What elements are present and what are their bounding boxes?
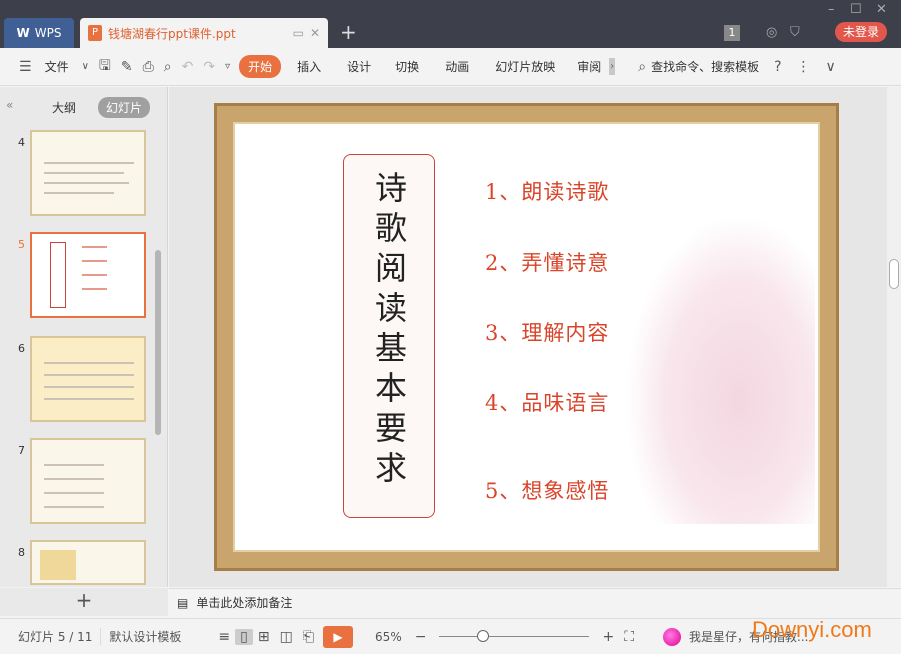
slide-thumbnail[interactable] — [30, 130, 146, 216]
zoom-in-icon[interactable]: + — [597, 629, 619, 645]
slide-thumbnail[interactable] — [30, 336, 146, 422]
zoom-out-icon[interactable]: − — [410, 629, 432, 645]
tab-home[interactable]: 开始 — [239, 55, 282, 78]
zoom-slider[interactable] — [439, 630, 590, 642]
slide-thumbnail[interactable] — [30, 540, 146, 585]
canvas-scrollbar[interactable] — [887, 87, 901, 587]
assistant-avatar-icon[interactable] — [663, 627, 681, 646]
notes-icon: ▤ — [177, 595, 189, 610]
file-menu[interactable]: 文件 — [37, 58, 77, 75]
more-icon[interactable]: ⋮ — [787, 59, 821, 75]
slide-thumbnail-selected[interactable] — [30, 232, 146, 318]
fit-window-icon[interactable]: ⛶ — [619, 629, 639, 645]
list-item: 1、朗读诗歌 — [485, 180, 610, 204]
print-preview-icon[interactable]: ⌕ — [159, 59, 177, 75]
ppt-file-icon: P — [88, 25, 102, 41]
new-tab-button[interactable]: + — [340, 20, 357, 44]
close-tab-icon[interactable]: ✕ — [310, 26, 320, 40]
add-slide-button[interactable]: + — [0, 588, 168, 616]
maximize-icon[interactable]: ☐ — [850, 2, 862, 17]
panel-tabs: 大纲 幻灯片 — [0, 95, 168, 119]
tab-animation[interactable]: 动画 — [433, 58, 481, 75]
more-dropdown-icon[interactable]: ▿ — [220, 61, 235, 72]
zoom-slider-handle[interactable] — [477, 630, 490, 642]
collapse-ribbon-icon[interactable]: ∨ — [821, 59, 841, 75]
template-name[interactable]: 默认设计模板 — [100, 628, 189, 645]
print-icon[interactable]: ⎙ — [138, 59, 159, 75]
menu-icon[interactable]: ☰ — [14, 59, 37, 75]
login-button[interactable]: 未登录 — [835, 22, 887, 42]
notes-toggle-icon[interactable]: ≡ — [213, 629, 235, 645]
format-painter-icon[interactable]: ✎ — [116, 59, 138, 75]
list-item: 4、品味语言 — [485, 391, 610, 415]
tab-design[interactable]: 设计 — [337, 58, 381, 75]
presenter-icon[interactable]: ⎗ — [298, 629, 319, 645]
wps-logo-icon: W — [16, 26, 30, 40]
save-icon[interactable]: 🖫 — [94, 55, 116, 79]
illustration-lady-image — [625, 214, 815, 524]
tab-review[interactable]: 审阅 — [569, 58, 609, 75]
tab-slideshow[interactable]: 幻灯片放映 — [481, 58, 569, 75]
tab-outline[interactable]: 大纲 — [44, 97, 84, 118]
monitor-icon[interactable]: ▭ — [293, 26, 304, 40]
minimize-icon[interactable]: – — [828, 2, 835, 17]
zoom-level[interactable]: 65% — [367, 630, 410, 644]
list-item: 5、想象感悟 — [485, 479, 610, 503]
panel-scrollbar[interactable] — [155, 250, 161, 435]
document-tab[interactable]: P 钱塘湖春行ppt课件.ppt ▭ ✕ — [80, 18, 328, 48]
list-item: 3、理解内容 — [485, 321, 610, 345]
wps-home-tab[interactable]: W WPS — [4, 18, 74, 48]
watermark-logo: Downyi.com — [752, 617, 872, 642]
redo-icon[interactable]: ↷ — [198, 59, 220, 75]
ribbon-toolbar: ☰ 文件 ∨ 🖫 ✎ ⎙ ⌕ ↶ ↷ ▿ 开始 插入 设计 切换 动画 幻灯片放… — [0, 48, 901, 86]
notes-bar[interactable]: ▤ 单击此处添加备注 — [169, 588, 901, 616]
tab-insert[interactable]: 插入 — [281, 58, 337, 75]
search-command-input[interactable]: 查找命令、搜索模板 — [651, 58, 769, 75]
normal-view-icon[interactable]: ▯ — [235, 628, 253, 645]
skin-icon[interactable]: ◎ — [766, 25, 777, 40]
tab-slides[interactable]: 幻灯片 — [98, 96, 151, 118]
slide-counter: 幻灯片 5 / 11 — [18, 630, 93, 644]
slide-thumbnail[interactable] — [30, 438, 146, 524]
reading-view-icon[interactable]: ◫ — [275, 629, 298, 645]
window-count-badge[interactable]: 1 — [724, 25, 740, 41]
undo-icon[interactable]: ↶ — [177, 59, 199, 75]
title-scroll: 诗歌阅读基本要求 — [343, 154, 435, 518]
chevron-down-icon[interactable]: ∨ — [77, 61, 94, 72]
slide[interactable]: 诗歌阅读基本要求 1、朗读诗歌 2、弄懂诗意 3、理解内容 4、品味语言 5、想… — [214, 103, 839, 571]
slide-sorter-icon[interactable]: ⊞ — [253, 629, 275, 645]
scroll-tabs-right-icon[interactable]: › — [609, 58, 616, 75]
help-icon[interactable]: ? — [769, 59, 786, 75]
shirt-icon[interactable]: ⛉ — [790, 25, 800, 40]
tab-transition[interactable]: 切换 — [381, 58, 433, 75]
play-slideshow-button[interactable]: ▶ — [323, 625, 354, 648]
slide-content: 诗歌阅读基本要求 1、朗读诗歌 2、弄懂诗意 3、理解内容 4、品味语言 5、想… — [233, 122, 820, 552]
close-window-icon[interactable]: ✕ — [876, 2, 887, 17]
slide-title: 诗歌阅读基本要求 — [370, 171, 408, 491]
list-item: 2、弄懂诗意 — [485, 251, 610, 275]
search-icon[interactable]: ⌕ — [633, 59, 651, 75]
